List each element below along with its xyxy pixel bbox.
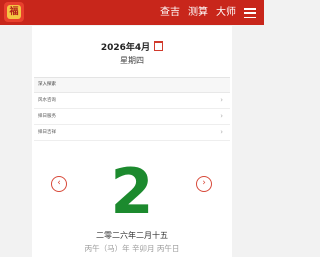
weekday-label: 星期四 [120,56,144,65]
top-nav: 查吉 测算 大师 [160,5,264,21]
next-day-button[interactable]: › [196,176,212,192]
calendar-icon[interactable] [154,41,164,51]
nav-item-cesuan[interactable]: 测算 [188,5,208,21]
chevron-right-icon: › [220,112,223,120]
calendar-card: 2026年4月 星期四 深入探索 风水咨询 › 择日服务 › 择日吉祥 › 2 [32,26,232,257]
day-number: 2 [110,155,154,228]
panel-title: 深入探索 [34,78,230,93]
prev-day-button[interactable]: ‹ [51,176,67,192]
month-label: 2026年4月 [100,43,151,53]
lunar-date: 二零二六年二月十五 [96,231,168,240]
chevron-right-icon: › [202,178,206,188]
ganzhi-date: 丙午（马）年 辛卯月 丙午日 [84,244,180,253]
list-item[interactable]: 风水咨询 › [34,93,230,109]
chevron-left-icon: ‹ [57,178,61,188]
month-title[interactable]: 2026年4月 [32,40,232,53]
chevron-right-icon: › [220,128,223,136]
chevron-right-icon: › [220,96,223,104]
list-item-label: 择日吉祥 [38,130,56,135]
list-item[interactable]: 择日服务 › [34,109,230,125]
list-item-label: 风水咨询 [38,98,56,103]
list-item-label: 择日服务 [38,114,56,119]
list-item[interactable]: 择日吉祥 › [34,125,230,141]
app-logo[interactable]: 福 [4,2,24,22]
top-bar: 福 查吉 测算 大师 [0,0,264,25]
hamburger-icon[interactable] [244,8,256,18]
explore-panel: 深入探索 风水咨询 › 择日服务 › 择日吉祥 › [34,77,230,164]
nav-item-chaji[interactable]: 查吉 [160,5,180,21]
logo-glyph: 福 [7,5,21,19]
nav-item-dashi[interactable]: 大师 [216,5,236,21]
